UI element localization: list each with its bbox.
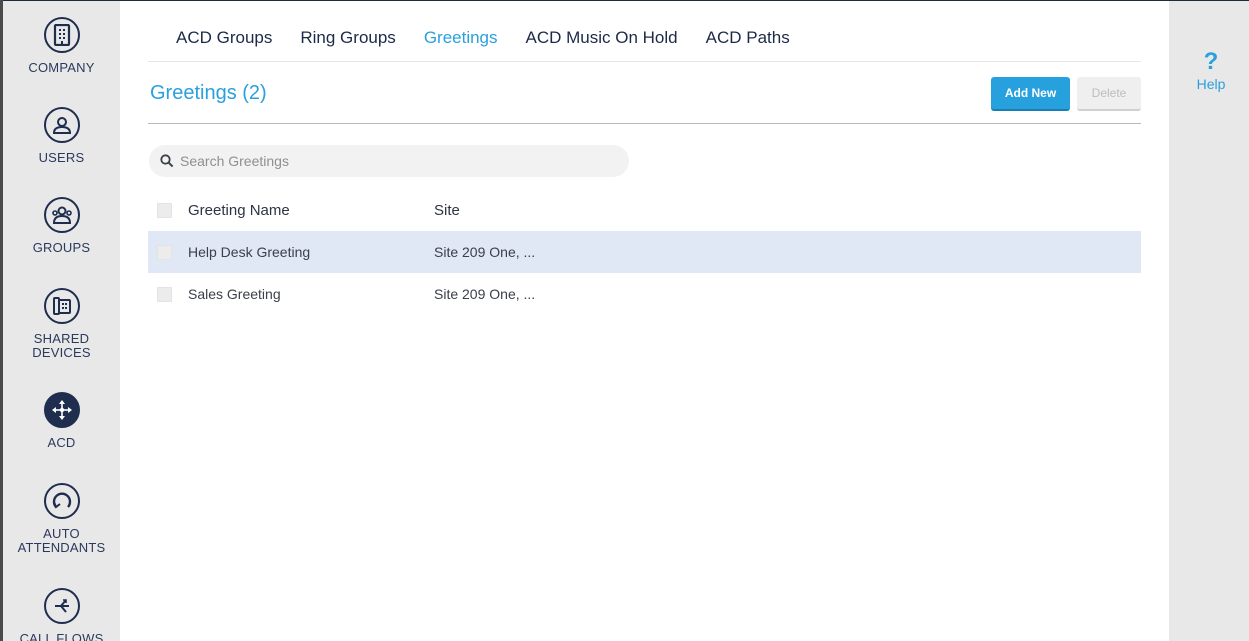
sidebar-item-label: CALL FLOWS: [19, 631, 104, 641]
sidebar-item-label: USERS: [38, 150, 85, 165]
page-header: Greetings (2) Add New Delete: [148, 63, 1141, 124]
sidebar-item-shared-devices[interactable]: SHARED DEVICES: [3, 288, 120, 360]
sidebar-item-acd[interactable]: ACD: [3, 392, 120, 450]
table-header-row: Greeting Name Site: [148, 189, 1141, 231]
sidebar-item-label: SHARED DEVICES: [32, 331, 91, 360]
greeting-name-cell: Help Desk Greeting: [188, 244, 311, 260]
select-all-checkbox[interactable]: [157, 202, 172, 218]
row-checkbox[interactable]: [157, 286, 172, 302]
group-icon: [43, 197, 80, 233]
sidebar-item-call-flows[interactable]: CALL FLOWS: [3, 588, 120, 641]
acd-arrows-icon: [43, 392, 80, 428]
sidebar-item-label: AUTO ATTENDANTS: [17, 526, 106, 555]
column-header-site[interactable]: Site: [434, 202, 460, 219]
main-panel: ACD Groups Ring Groups Greetings ACD Mus…: [120, 1, 1169, 641]
sidebar-nav: COMPANY USERS GROUPS SHARED DEVICES ACD …: [3, 1, 120, 641]
tab-acd-paths[interactable]: ACD Paths: [692, 15, 804, 61]
tab-acd-groups[interactable]: ACD Groups: [148, 15, 286, 61]
auto-attendant-icon: [43, 483, 80, 519]
tab-acd-music-on-hold[interactable]: ACD Music On Hold: [512, 15, 692, 61]
search-input[interactable]: [180, 153, 620, 169]
site-cell: Site 209 One, ...: [434, 286, 536, 302]
delete-button[interactable]: Delete: [1077, 77, 1141, 111]
building-icon: [43, 17, 80, 53]
sidebar-item-users[interactable]: USERS: [3, 107, 120, 165]
call-flow-icon: [43, 588, 80, 624]
site-cell: Site 209 One, ...: [434, 244, 536, 260]
phone-device-icon: [43, 288, 80, 324]
sidebar-item-label: GROUPS: [32, 240, 91, 255]
column-header-greeting-name[interactable]: Greeting Name: [188, 202, 290, 219]
greetings-table: Greeting Name Site Help Desk Greeting Si…: [148, 189, 1141, 315]
table-row[interactable]: Sales Greeting Site 209 One, ...: [148, 273, 1141, 315]
page-title: Greetings (2): [150, 82, 267, 104]
sidebar-item-groups[interactable]: GROUPS: [3, 197, 120, 255]
search-icon: [160, 154, 174, 168]
add-new-button[interactable]: Add New: [991, 77, 1070, 111]
sidebar-item-label: ACD: [47, 435, 76, 450]
help-label: Help: [1196, 76, 1226, 92]
question-mark-icon: ?: [1203, 48, 1219, 75]
search-bar: [149, 145, 629, 177]
sidebar-item-label: COMPANY: [28, 60, 95, 75]
user-icon: [43, 107, 80, 143]
tab-ring-groups[interactable]: Ring Groups: [286, 15, 409, 61]
row-checkbox[interactable]: [157, 244, 172, 260]
tab-greetings[interactable]: Greetings: [410, 15, 512, 61]
help-panel: ? Help: [1169, 1, 1249, 641]
help-button[interactable]: ? Help: [1169, 48, 1249, 93]
sidebar-item-auto-attendants[interactable]: AUTO ATTENDANTS: [3, 483, 120, 555]
sidebar-item-company[interactable]: COMPANY: [3, 17, 120, 75]
table-row[interactable]: Help Desk Greeting Site 209 One, ...: [148, 231, 1141, 273]
tab-bar: ACD Groups Ring Groups Greetings ACD Mus…: [148, 1, 1141, 62]
greeting-name-cell: Sales Greeting: [188, 286, 281, 302]
